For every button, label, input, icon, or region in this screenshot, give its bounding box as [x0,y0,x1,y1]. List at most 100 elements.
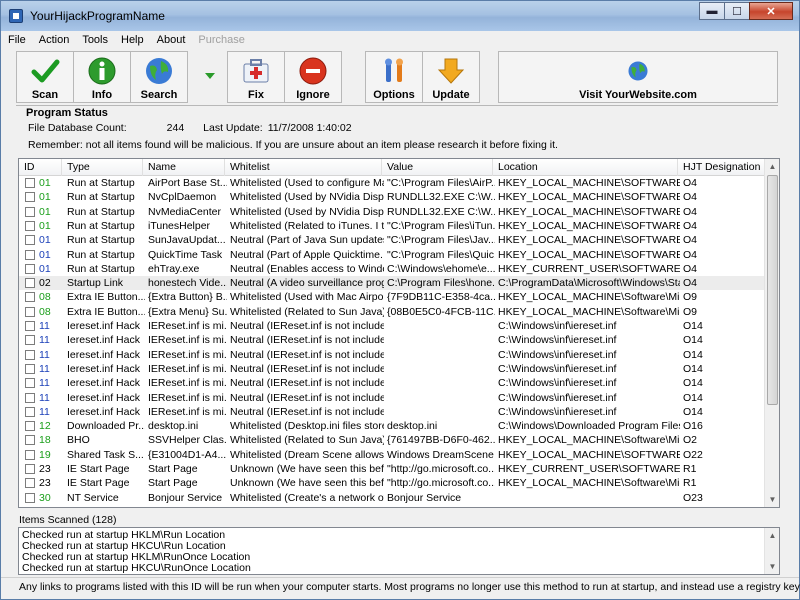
scroll-up-icon[interactable]: ▲ [765,528,779,543]
table-row[interactable]: 19 Shared Task S... {E31004D1-A4... Whiteli… [19,448,764,462]
table-row[interactable]: 23 IE Start Page Start Page Unknown (We hav… [19,462,764,476]
row-type: Startup Link [67,277,124,290]
row-type: IE Start Page [67,477,130,490]
scan-button[interactable]: Scan [16,51,74,103]
row-checkbox[interactable] [25,421,35,432]
column-header-type[interactable]: Type [62,159,143,176]
row-checkbox[interactable] [25,449,35,460]
table-row[interactable]: 11 Iereset.inf Hack IEReset.inf is mi... Ne… [19,348,764,362]
scroll-up-icon[interactable]: ▲ [765,159,779,174]
table-row[interactable]: 11 Iereset.inf Hack IEReset.inf is mi... Ne… [19,319,764,333]
log-scrollbar[interactable]: ▲ ▼ [764,528,779,574]
row-whitelist: Whitelisted (Used by NVidia Displa... [230,191,384,204]
row-checkbox[interactable] [25,478,35,489]
row-checkbox[interactable] [25,335,35,346]
row-whitelist: Neutral (Part of Apple Quicktime. It... [230,248,384,261]
row-value: {7F9DB11C-E358-4ca... [387,291,495,304]
table-row[interactable]: 01 Run at Startup QuickTime Task Neutral (P… [19,248,764,262]
scroll-down-icon[interactable]: ▼ [765,492,779,507]
table-row[interactable]: 02 Startup Link honestech Vide... Neutral (… [19,276,764,291]
row-whitelist: Neutral (IEReset.inf is not included ... [230,320,384,332]
fix-button[interactable]: Fix [227,51,285,103]
minimize-button[interactable]: ▬ [699,2,725,20]
row-checkbox[interactable] [25,220,35,231]
row-name: SunJavaUpdat... [148,234,226,247]
table-row[interactable]: 11 Iereset.inf Hack IEReset.inf is mi... Ne… [19,362,764,376]
row-checkbox[interactable] [25,249,35,260]
maximize-button[interactable]: ☐ [724,2,750,20]
table-row[interactable]: 01 Run at Startup AirPort Base St... Whitel… [19,176,764,190]
row-location: C:\Windows\inf\iereset.inf [498,405,617,418]
column-header-location[interactable]: Location [493,159,678,176]
table-row[interactable]: 12 Downloaded Pr... desktop.ini Whitelisted… [19,419,764,433]
table-row[interactable]: 01 Run at Startup SunJavaUpdat... Neutral (… [19,233,764,247]
search-dropdown[interactable] [203,67,217,85]
row-checkbox[interactable] [25,263,35,274]
table-row[interactable]: 01 Run at Startup ehTray.exe Neutral (Enabl… [19,262,764,276]
row-checkbox[interactable] [25,406,35,417]
table-row[interactable]: 08 Extra IE Button... {Extra Menu} Su... Wh… [19,305,764,319]
row-checkbox[interactable] [25,278,35,289]
scroll-thumb[interactable] [767,175,778,405]
table-row[interactable]: 01 Run at Startup NvCplDaemon Whitelisted (… [19,190,764,204]
row-value [387,376,495,390]
row-checkbox[interactable] [25,492,35,503]
results-list[interactable]: ID Type Name Whitelist Value Location HJ… [18,158,780,508]
column-header-whitelist[interactable]: Whitelist [225,159,382,176]
info-button[interactable]: Info [73,51,131,103]
row-checkbox[interactable] [25,378,35,389]
table-row[interactable]: 30 NT Service Bonjour Service Whitelisted (… [19,491,764,505]
search-button[interactable]: Search [130,51,188,103]
table-row[interactable]: 11 Iereset.inf Hack IEReset.inf is mi... Ne… [19,391,764,405]
options-button[interactable]: Options [365,51,423,103]
close-button[interactable]: ✕ [749,2,793,20]
table-row[interactable]: 18 BHO SSVHelper Clas... Whitelisted (Relat… [19,433,764,447]
row-location: C:\Windows\inf\iereset.inf [498,320,617,332]
row-type: Downloaded Pr... [67,420,145,433]
table-row[interactable]: 11 Iereset.inf Hack IEReset.inf is mi... Ne… [19,376,764,390]
table-row[interactable]: 08 Extra IE Button... {Extra Button} B... W… [19,290,764,304]
list-scrollbar[interactable]: ▲ ▼ [764,159,779,507]
row-name: IEReset.inf is mi... [148,391,227,404]
row-id: 11 [39,405,50,418]
visit-website-button[interactable]: Visit YourWebsite.com [498,51,778,103]
table-row[interactable]: 01 Run at Startup iTunesHelper Whitelisted … [19,219,764,233]
row-location: HKEY_LOCAL_MACHINE\Software\Micr... [498,434,680,447]
menu-file[interactable]: File [1,31,32,50]
row-checkbox[interactable] [25,292,35,303]
row-checkbox[interactable] [25,349,35,360]
column-header-id[interactable]: ID [19,159,62,176]
red-stop-icon [298,56,328,86]
row-id: 08 [39,305,51,318]
row-value: C:\Windows\ehome\e... [387,262,495,275]
table-row[interactable]: 11 Iereset.inf Hack IEReset.inf is mi... Ne… [19,333,764,347]
table-row[interactable]: 01 Run at Startup NvMediaCenter Whitelisted… [19,205,764,219]
column-header-value[interactable]: Value [382,159,493,176]
row-checkbox[interactable] [25,321,35,331]
row-checkbox[interactable] [25,192,35,203]
column-header-name[interactable]: Name [143,159,225,176]
row-name: IEReset.inf is mi... [148,348,227,361]
row-checkbox[interactable] [25,178,35,188]
title-bar[interactable]: YourHijackProgramName ▬ ☐ ✕ [1,1,799,31]
update-button[interactable]: Update [422,51,480,103]
menu-action[interactable]: Action [32,31,76,50]
row-whitelist: Unknown (We have seen this befo... [230,463,384,475]
table-row[interactable]: 23 IE Start Page Start Page Unknown (We hav… [19,476,764,490]
row-checkbox[interactable] [25,235,35,246]
menu-help[interactable]: Help [114,31,150,50]
row-checkbox[interactable] [25,363,35,374]
row-checkbox[interactable] [25,306,35,317]
row-checkbox[interactable] [25,435,35,446]
table-row[interactable]: 11 Iereset.inf Hack IEReset.inf is mi... Ne… [19,405,764,419]
menu-tools[interactable]: Tools [75,31,114,50]
row-id: 30 [39,491,51,504]
ignore-label: Ignore [296,89,330,101]
row-checkbox[interactable] [25,464,35,474]
scan-log[interactable]: Checked run at startup HKLM\Run Location… [18,527,780,575]
menu-about[interactable]: About [150,31,192,50]
row-checkbox[interactable] [25,206,35,217]
scroll-down-icon[interactable]: ▼ [765,559,779,574]
ignore-button[interactable]: Ignore [284,51,342,103]
row-checkbox[interactable] [25,392,35,403]
